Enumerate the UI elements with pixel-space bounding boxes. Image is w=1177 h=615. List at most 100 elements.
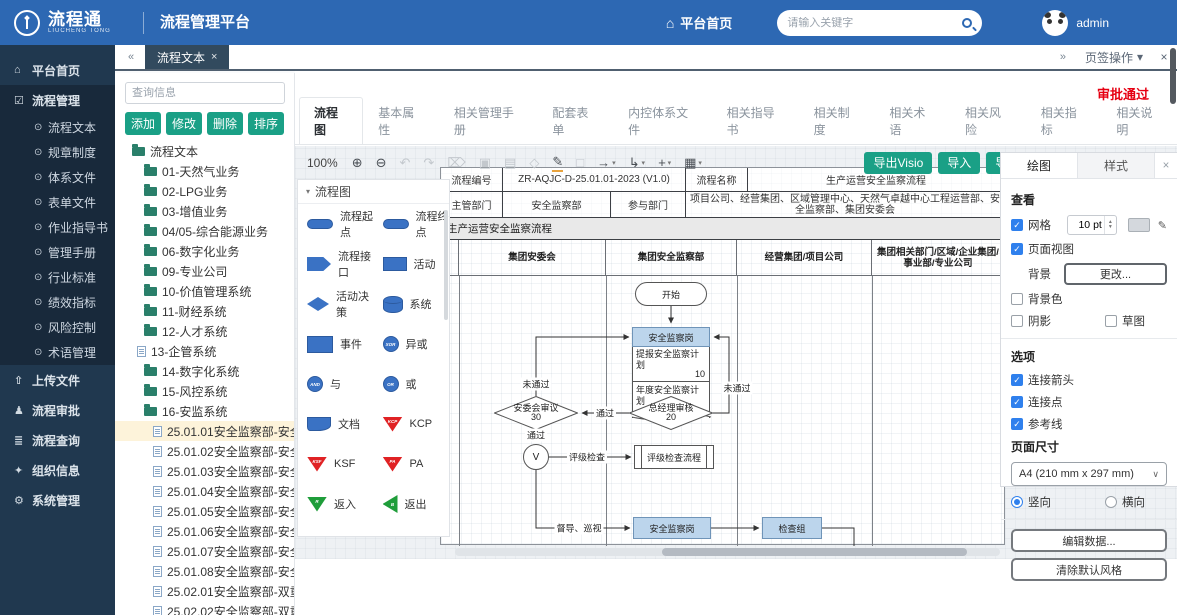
palette-shape[interactable]: 流程终点	[374, 204, 450, 244]
grid-checkbox[interactable]	[1011, 219, 1023, 231]
stepper-arrows-icon[interactable]: ▲▼	[1104, 216, 1116, 234]
sidebar-item[interactable]: ⚙ 系统管理	[0, 485, 115, 515]
bg-color-checkbox[interactable]	[1011, 293, 1023, 305]
flowchart-page[interactable]: 流程编号 ZR-AQJC-D-25.01.01-2023 (V1.0) 流程名称…	[440, 167, 1005, 545]
connection-arrows-checkbox[interactable]	[1011, 374, 1023, 386]
toolbar-icon[interactable]: ⊕	[352, 155, 363, 171]
detail-tab[interactable]: 相关制度	[799, 97, 875, 144]
search-input[interactable]	[787, 17, 962, 29]
tab-style[interactable]: 样式	[1078, 153, 1155, 178]
tree-item[interactable]: 25.01.03安全监察部-安全监	[115, 461, 294, 481]
zoom-level[interactable]: 100%	[307, 156, 338, 170]
horizontal-scrollbar[interactable]	[455, 548, 1000, 556]
palette-shape[interactable]: 活动	[374, 244, 450, 284]
crud-button[interactable]: 添加	[125, 112, 161, 135]
tree-item[interactable]: 25.01.05安全监察部-安全监	[115, 501, 294, 521]
detail-tab[interactable]: 相关指标	[1026, 97, 1102, 144]
sidebar-item[interactable]: ⊙ 流程文本	[0, 115, 115, 140]
palette-shape[interactable]: AND 与	[298, 364, 374, 404]
tree-item[interactable]: 06-数字化业务	[115, 241, 294, 261]
sidebar-item[interactable]: ⊙ 风险控制	[0, 315, 115, 340]
sidebar-item[interactable]: ≣ 流程查询	[0, 425, 115, 455]
edit-data-button[interactable]: 编辑数据...	[1011, 529, 1167, 552]
sidebar-item[interactable]: ✦ 组织信息	[0, 455, 115, 485]
review-decision-node[interactable]: 总经理审核 20	[629, 396, 713, 430]
palette-shape[interactable]: 活动决策	[298, 284, 374, 324]
subprocess-node[interactable]: 评级检查流程	[634, 445, 714, 469]
station2-node[interactable]: 安全监察岗	[633, 517, 711, 539]
station-node[interactable]: 安全监察岗	[632, 327, 710, 347]
council-decision-node[interactable]: 安委会审议 30	[494, 396, 578, 430]
query-input[interactable]	[125, 82, 285, 104]
guides-checkbox[interactable]	[1011, 418, 1023, 430]
tree-item[interactable]: 25.02.01安全监察部-双重预	[115, 581, 294, 601]
tree-item[interactable]: 02-LPG业务	[115, 181, 294, 201]
tree-item[interactable]: 25.01.01安全监察部-安全监	[115, 421, 294, 441]
sketch-checkbox[interactable]	[1105, 315, 1117, 327]
change-background-button[interactable]: 更改...	[1064, 263, 1167, 285]
crud-button[interactable]: 排序	[248, 112, 284, 135]
tree-item[interactable]: 25.01.02安全监察部-安全监	[115, 441, 294, 461]
sidebar-item[interactable]: ⊙ 绩效指标	[0, 290, 115, 315]
tree-item[interactable]: 25.01.07安全监察部-安全监	[115, 541, 294, 561]
detail-tab[interactable]: 流程图	[299, 97, 363, 144]
tab-process-text[interactable]: 流程文本 ×	[145, 45, 229, 69]
export-button[interactable]: 导出Visio	[864, 152, 932, 174]
toolbar-icon[interactable]: →	[597, 155, 616, 170]
tree-item[interactable]: 10-价值管理系统	[115, 281, 294, 301]
tree-item[interactable]: 25.02.02安全监察部-双重预	[115, 601, 294, 615]
palette-shape[interactable]: 系统	[374, 284, 450, 324]
detail-tab[interactable]: 配套表单	[537, 97, 613, 144]
tree-item[interactable]: 25.01.08安全监察部-安全监	[115, 561, 294, 581]
toolbar-icon[interactable]: □	[576, 155, 584, 170]
panel-close-icon[interactable]: ×	[1155, 153, 1177, 178]
toolbar-icon[interactable]: ◇	[529, 155, 539, 171]
palette-shape[interactable]: LOOP 循环	[298, 524, 374, 537]
sidebar-item[interactable]: ⊙ 作业指导书	[0, 215, 115, 240]
tree-item[interactable]: 12-人才系统	[115, 321, 294, 341]
palette-shape[interactable]: KSF KSF	[298, 444, 374, 484]
palette-shape[interactable]: 事件	[298, 324, 374, 364]
tree-item[interactable]: 15-风控系统	[115, 381, 294, 401]
global-search[interactable]	[777, 10, 982, 36]
sidebar-item[interactable]: ⊙ 行业标准	[0, 265, 115, 290]
palette-shape[interactable]: KCP KCP	[374, 404, 450, 444]
user-menu[interactable]: admin	[1042, 10, 1109, 36]
export-button[interactable]: 导入	[938, 152, 980, 174]
scrollbar-thumb[interactable]	[662, 548, 967, 556]
palette-shape[interactable]: B 返出	[374, 484, 450, 524]
detail-tab[interactable]: 相关指导书	[712, 97, 799, 144]
toolbar-icon[interactable]: +	[658, 155, 671, 170]
tab-diagram[interactable]: 绘图	[1001, 153, 1078, 178]
toolbar-icon[interactable]: ↷	[423, 155, 434, 171]
shadow-checkbox[interactable]	[1011, 315, 1023, 327]
detail-tab[interactable]: 相关管理手册	[439, 97, 538, 144]
toolbar-icon[interactable]: ↶	[400, 155, 411, 171]
tree-item[interactable]: 04/05-综合能源业务	[115, 221, 294, 241]
palette-scrollbar[interactable]	[444, 210, 448, 320]
page-view-checkbox[interactable]	[1011, 243, 1023, 255]
sidebar-item[interactable]: ☑ 流程管理	[0, 85, 115, 115]
toolbar-icon[interactable]: ⊖	[376, 155, 387, 171]
palette-shape[interactable]: 流程起点	[298, 204, 374, 244]
palette-shape[interactable]: XOR 异或	[374, 324, 450, 364]
sidebar-item[interactable]: ⊙ 表单文件	[0, 190, 115, 215]
landscape-radio[interactable]	[1105, 496, 1117, 508]
team-node[interactable]: 检查组	[762, 517, 822, 539]
palette-shape[interactable]: 文档	[298, 404, 374, 444]
palette-shape[interactable]: 流程接口	[298, 244, 374, 284]
page-size-select[interactable]: A4 (210 mm x 297 mm) ∨	[1011, 462, 1167, 486]
sidebar-item[interactable]: ⊙ 规章制度	[0, 140, 115, 165]
toolbar-icon[interactable]: ▦	[684, 155, 702, 171]
connection-points-checkbox[interactable]	[1011, 396, 1023, 408]
tree-item[interactable]: 14-数字化系统	[115, 361, 294, 381]
toolbar-icon[interactable]: ✎	[552, 154, 563, 172]
palette-shape[interactable]: OR 或	[374, 364, 450, 404]
sidebar-item[interactable]: ⊙ 体系文件	[0, 165, 115, 190]
expand-tabs-icon[interactable]: »	[1047, 45, 1077, 69]
tree-item[interactable]: 25.01.06安全监察部-安全监	[115, 521, 294, 541]
sidebar-item[interactable]: ♟ 流程审批	[0, 395, 115, 425]
search-icon[interactable]	[962, 18, 972, 28]
and-gate-node[interactable]: V	[523, 444, 549, 470]
tree-item[interactable]: 01-天然气业务	[115, 161, 294, 181]
